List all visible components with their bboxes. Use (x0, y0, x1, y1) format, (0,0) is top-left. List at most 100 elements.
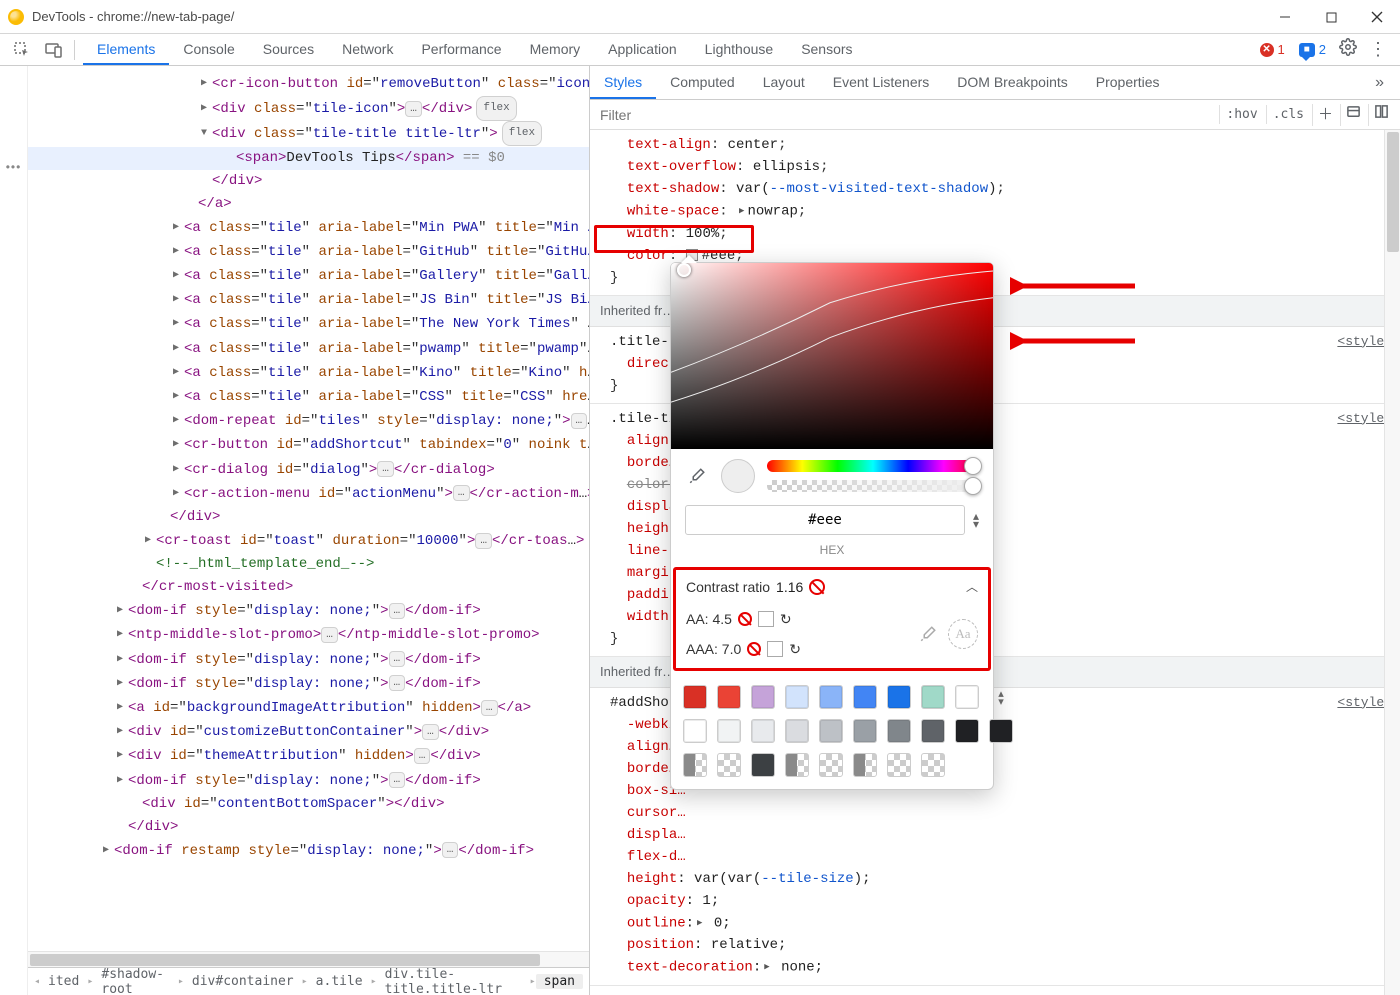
cls-toggle[interactable]: .cls (1266, 105, 1310, 124)
dom-node[interactable]: ▶<a class="tile" aria-label="CSS" title=… (28, 385, 589, 409)
palette-swatch[interactable] (819, 685, 843, 709)
tab-memory[interactable]: Memory (516, 34, 595, 65)
dom-node[interactable]: ▶<a class="tile" aria-label="The New Yor… (28, 312, 589, 336)
maximize-button[interactable] (1308, 0, 1354, 34)
palette-swatch[interactable] (853, 753, 877, 777)
toggle-rendering-icon[interactable] (1368, 104, 1394, 126)
dom-node[interactable]: ▶<a class="tile" aria-label="Min PWA" ti… (28, 216, 589, 240)
more-menu-icon[interactable]: ⋮ (1364, 39, 1392, 60)
dom-node[interactable]: ▶<dom-if style="display: none;">…</dom-i… (28, 769, 589, 793)
dom-node[interactable]: ▶<dom-if style="display: none;">…</dom-i… (28, 599, 589, 623)
breadcrumb-item[interactable]: a.tile (308, 974, 371, 989)
aa-target-swatch[interactable] (758, 611, 774, 627)
dom-node[interactable]: <span>DevTools Tips</span> == $0 (28, 147, 589, 170)
tab-performance[interactable]: Performance (407, 34, 515, 65)
format-toggle[interactable]: ▴▾ (973, 512, 979, 528)
dom-node[interactable]: ▶<a id="backgroundImageAttribution" hidd… (28, 696, 589, 720)
minimize-button[interactable] (1262, 0, 1308, 34)
breadcrumb-item[interactable]: div.tile-title.title-ltr (377, 967, 530, 995)
sub-tab-event-listeners[interactable]: Event Listeners (819, 66, 944, 99)
dom-node[interactable]: ▶<a class="tile" aria-label="JS Bin" tit… (28, 288, 589, 312)
close-button[interactable] (1354, 0, 1400, 34)
color-picker[interactable]: ▴▾ HEX Contrast ratio 1.16 ︿ AA: 4.5 (670, 262, 994, 790)
dom-node[interactable]: </div> (28, 816, 589, 839)
eyedropper-icon[interactable] (685, 464, 709, 488)
tab-elements[interactable]: Elements (83, 34, 169, 65)
dom-node[interactable]: ▶<cr-dialog id="dialog">…</cr-dialog> (28, 458, 589, 482)
palette-swatch[interactable] (751, 685, 775, 709)
palette-swatch[interactable] (717, 719, 741, 743)
dom-node[interactable]: </a> (28, 193, 589, 216)
vertical-scrollbar[interactable] (1384, 130, 1400, 995)
settings-icon[interactable] (1334, 38, 1362, 61)
palette-swatch[interactable] (955, 685, 979, 709)
palette-swatch[interactable] (751, 753, 775, 777)
breadcrumb-item[interactable]: div#container (184, 974, 302, 989)
dom-node[interactable]: ▶<a class="tile" aria-label="GitHub" tit… (28, 240, 589, 264)
new-rule-icon[interactable]: ＋ (1312, 104, 1338, 126)
bg-eyedropper-icon[interactable] (916, 622, 940, 646)
breadcrumb-item[interactable]: span (536, 974, 583, 989)
palette-swatch[interactable] (785, 685, 809, 709)
palette-swatch[interactable] (887, 685, 911, 709)
dom-node[interactable]: ▶<dom-if restamp style="display: none;">… (28, 839, 589, 863)
sv-handle[interactable] (677, 263, 691, 277)
tab-sensors[interactable]: Sensors (787, 34, 866, 65)
contrast-expand-icon[interactable]: ︿ (966, 576, 978, 598)
sub-tabs-overflow-icon[interactable]: » (1367, 74, 1392, 92)
horizontal-scrollbar[interactable] (28, 951, 589, 967)
alpha-slider[interactable] (767, 480, 979, 492)
dom-node[interactable]: ▶<div class="tile-icon">…</div>flex (28, 96, 589, 121)
hue-slider[interactable] (767, 460, 979, 472)
error-badge[interactable]: ✕1 (1254, 40, 1291, 59)
tab-lighthouse[interactable]: Lighthouse (691, 34, 788, 65)
tab-network[interactable]: Network (328, 34, 407, 65)
dom-tree[interactable]: ▶<cr-icon-button id="removeButton" class… (28, 66, 589, 951)
palette-swatch[interactable] (921, 753, 945, 777)
hex-input[interactable] (685, 505, 965, 535)
dom-node[interactable]: </div> (28, 170, 589, 193)
dom-node[interactable]: ▶<cr-toast id="toast" duration="10000">…… (28, 529, 589, 553)
styles-rules[interactable]: text-align: center; text-overflow: ellip… (590, 130, 1400, 995)
palette-swatch[interactable] (717, 685, 741, 709)
sub-tab-dom-breakpoints[interactable]: DOM Breakpoints (943, 66, 1081, 99)
dom-node[interactable]: ▶<a class="tile" aria-label="pwamp" titl… (28, 337, 589, 361)
palette-swatch[interactable] (819, 753, 843, 777)
dom-node[interactable]: ▼<div class="tile-title title-ltr">flex (28, 121, 589, 146)
aaa-target-swatch[interactable] (767, 641, 783, 657)
palette-swatch[interactable] (683, 719, 707, 743)
palette-swatch[interactable] (921, 719, 945, 743)
dom-node[interactable]: </div> (28, 506, 589, 529)
palette-toggle[interactable]: ▴▾ (989, 685, 1013, 711)
aa-reload-icon[interactable]: ↻ (780, 608, 792, 630)
palette-swatch[interactable] (887, 719, 911, 743)
sub-tab-computed[interactable]: Computed (656, 66, 749, 99)
info-badge[interactable]: ■2 (1293, 40, 1332, 59)
palette-swatch[interactable] (683, 753, 707, 777)
palette-swatch[interactable] (853, 685, 877, 709)
dom-node[interactable]: <!--_html_template_end_--> (28, 553, 589, 576)
hover-toggle[interactable]: :hov (1219, 105, 1263, 124)
palette-swatch[interactable] (683, 685, 707, 709)
aaa-reload-icon[interactable]: ↻ (789, 638, 801, 660)
palette-swatch[interactable] (717, 753, 741, 777)
saturation-value-area[interactable] (671, 263, 993, 449)
styles-filter-input[interactable] (590, 100, 1219, 129)
dom-node[interactable]: <div id="contentBottomSpacer"></div> (28, 793, 589, 816)
palette-swatch[interactable] (785, 753, 809, 777)
inspect-icon[interactable] (6, 34, 38, 66)
dom-node[interactable]: ▶<ntp-middle-slot-promo>…</ntp-middle-sl… (28, 623, 589, 647)
dom-node[interactable]: ▶<cr-icon-button id="removeButton" class… (28, 72, 589, 96)
dom-node[interactable]: ▶<a class="tile" aria-label="Kino" title… (28, 361, 589, 385)
palette-swatch[interactable] (887, 753, 911, 777)
tab-application[interactable]: Application (594, 34, 691, 65)
dom-node[interactable]: ▶<div id="customizeButtonContainer">…</d… (28, 720, 589, 744)
palette-swatch[interactable] (921, 685, 945, 709)
palette-swatch[interactable] (955, 719, 979, 743)
palette-swatch[interactable] (751, 719, 775, 743)
breadcrumb-item[interactable]: #shadow-root (93, 967, 177, 995)
computed-styles-icon[interactable] (1340, 104, 1366, 126)
sub-tab-styles[interactable]: Styles (590, 66, 656, 99)
device-toggle-icon[interactable] (38, 34, 70, 66)
sub-tab-layout[interactable]: Layout (749, 66, 819, 99)
